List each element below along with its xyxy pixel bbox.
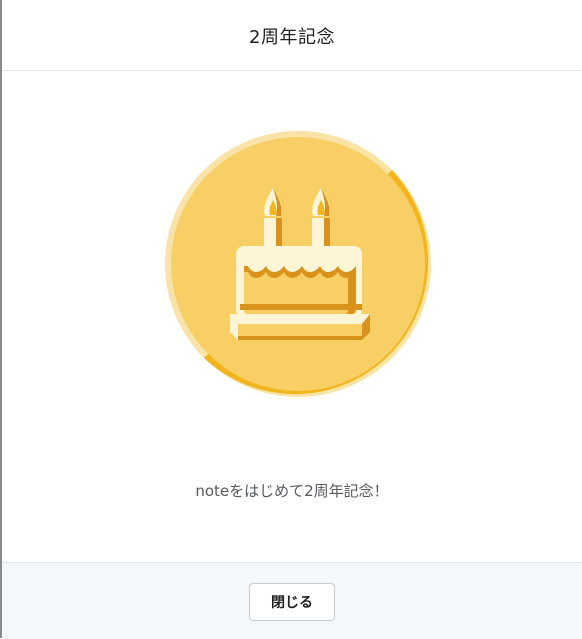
cake-plate (230, 314, 370, 340)
dialog-title: 2周年記念 (249, 27, 335, 48)
dialog-header: 2周年記念 (2, 0, 582, 71)
anniversary-dialog: 2周年記念 noteをはじめて2周年記念！ 閉じる (0, 0, 582, 639)
anniversary-message: noteをはじめて2周年記念！ (195, 482, 389, 500)
badge-graphic (165, 131, 431, 397)
dialog-footer: 閉じる (2, 562, 582, 639)
close-button[interactable]: 閉じる (249, 583, 335, 621)
cake-body (236, 246, 362, 318)
anniversary-badge (160, 126, 436, 402)
